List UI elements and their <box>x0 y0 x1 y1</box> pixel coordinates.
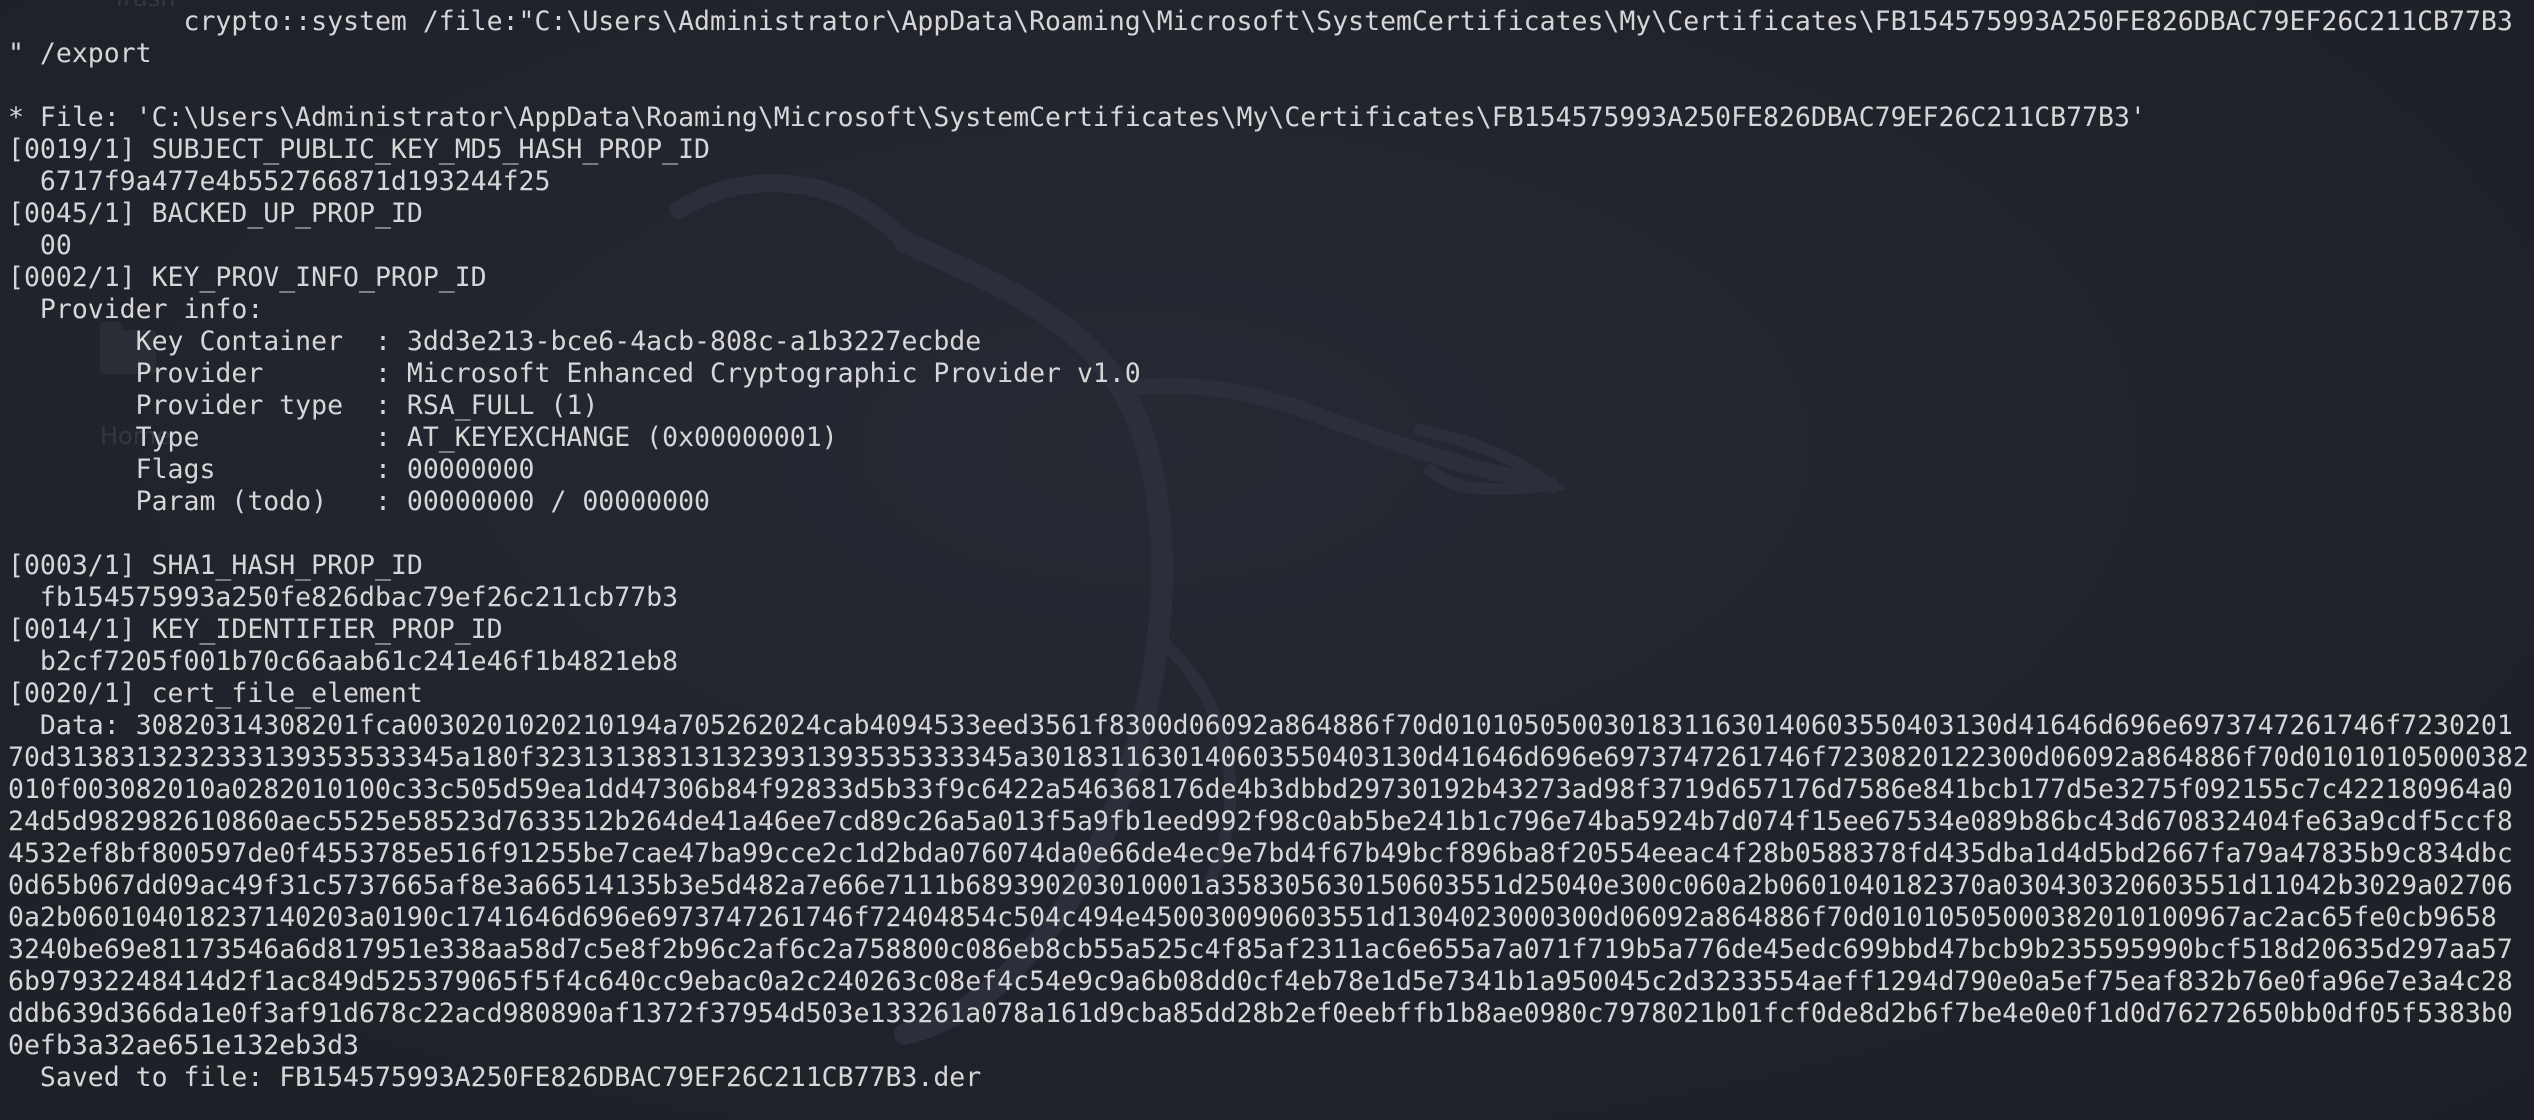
property-value: fb154575993a250fe826dbac79ef26c211cb77b3 <box>8 582 679 613</box>
property-header: [0020/1] cert_file_element <box>8 678 423 709</box>
command-line: crypto::system /file:"C:\Users\Administr… <box>8 6 2513 37</box>
property-header: [0003/1] SHA1_HASH_PROP_ID <box>8 550 423 581</box>
provider-info-label: Provider info: <box>8 294 264 325</box>
cert-data-line: 24d5d982982610860aec5525e58523d7633512b2… <box>8 806 2513 837</box>
cert-data-line: 0efb3a32ae651e132eb3d3 <box>8 1030 359 1061</box>
property-value: b2cf7205f001b70c66aab61c241e46f1b4821eb8 <box>8 646 679 677</box>
cert-data-line: 4532ef8bf800597de0f4553785e516f91255be7c… <box>8 838 2513 869</box>
saved-to-file-line: Saved to file: FB154575993A250FE826DBAC7… <box>8 1062 982 1093</box>
terminal-output[interactable]: crypto::system /file:"C:\Users\Administr… <box>0 0 2534 1120</box>
cert-data-line: Data: 30820314308201fca0030201020210194a… <box>8 710 2513 741</box>
property-value: 6717f9a477e4b552766871d193244f25 <box>8 166 551 197</box>
provider-name: Provider : Microsoft Enhanced Cryptograp… <box>8 358 1141 389</box>
property-header: [0019/1] SUBJECT_PUBLIC_KEY_MD5_HASH_PRO… <box>8 134 710 165</box>
cert-data-line: 0d65b067dd09ac49f31c5737665af8e3a6651413… <box>8 870 2513 901</box>
provider-key-container: Key Container : 3dd3e213-bce6-4acb-808c-… <box>8 326 982 357</box>
cert-data-line: 6b97932248414d2f1ac849d525379065f5f4c640… <box>8 966 2513 997</box>
provider-type: Provider type : RSA_FULL (1) <box>8 390 599 421</box>
property-header: [0045/1] BACKED_UP_PROP_ID <box>8 198 423 229</box>
provider-param: Param (todo) : 00000000 / 00000000 <box>8 486 710 517</box>
property-value: 00 <box>8 230 72 261</box>
file-path-line: * File: 'C:\Users\Administrator\AppData\… <box>8 102 2146 133</box>
cert-data-line: 010f003082010a0282010100c33c505d59ea1dd4… <box>8 774 2513 805</box>
cert-data-line: 70d3138313232333139353533345a180f3231313… <box>8 742 2529 773</box>
property-header: [0002/1] KEY_PROV_INFO_PROP_ID <box>8 262 487 293</box>
command-line-continuation: " /export <box>8 38 152 69</box>
provider-key-type: Type : AT_KEYEXCHANGE (0x00000001) <box>8 422 838 453</box>
cert-data-line: 0a2b060104018237140203a0190c1741646d696e… <box>8 902 2497 933</box>
cert-data-line: 3240be69e81173546a6d817951e338aa58d7c5e8… <box>8 934 2513 965</box>
property-header: [0014/1] KEY_IDENTIFIER_PROP_ID <box>8 614 503 645</box>
provider-flags: Flags : 00000000 <box>8 454 535 485</box>
cert-data-line: ddb639d366da1e0f3af91d678c22acd980890af1… <box>8 998 2513 1029</box>
